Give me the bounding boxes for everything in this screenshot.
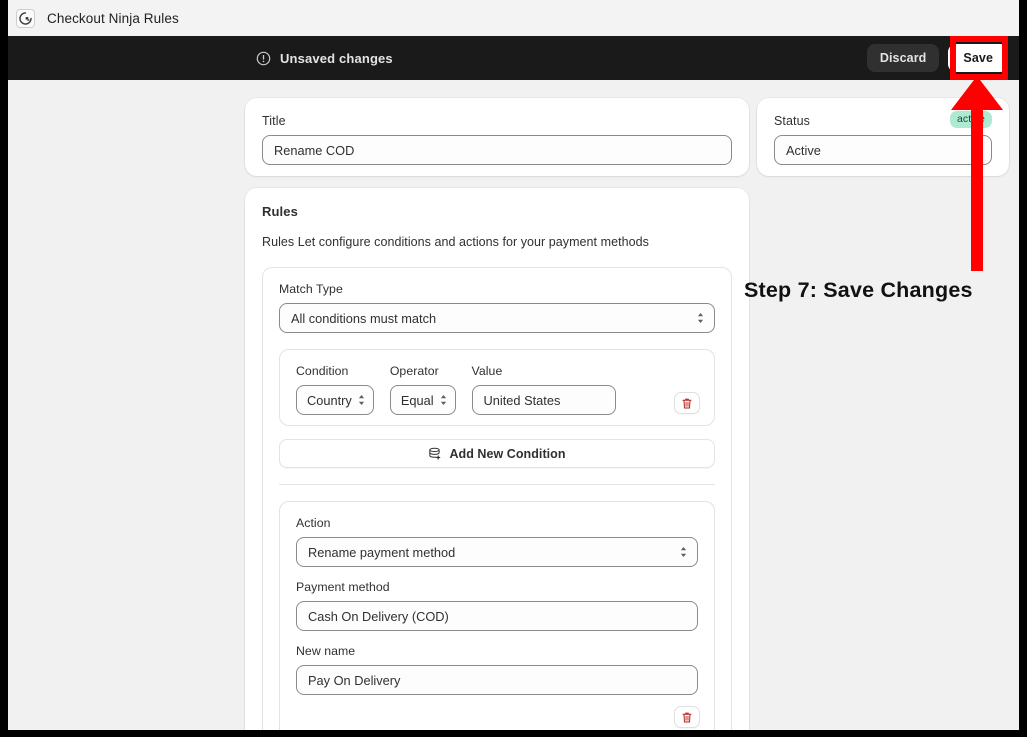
- rules-heading: Rules: [262, 204, 298, 219]
- delete-action-button[interactable]: [674, 706, 700, 728]
- trash-icon: [682, 398, 692, 409]
- operator-select-value: Equal: [400, 392, 434, 408]
- action-select-value: Rename payment method: [308, 544, 456, 560]
- screenshot-frame: Checkout Ninja Rules Unsaved changes Dis…: [0, 0, 1027, 737]
- payment-method-input[interactable]: [296, 601, 698, 631]
- shopify-app-icon: [16, 8, 35, 28]
- unsaved-changes-indicator: Unsaved changes: [256, 36, 393, 80]
- chevron-updown-icon: [697, 312, 704, 324]
- operator-select[interactable]: Equal: [389, 385, 456, 415]
- title-field-label: Title: [262, 114, 286, 128]
- add-new-condition-label: Add New Condition: [449, 446, 566, 461]
- new-name-label: New name: [296, 644, 356, 658]
- match-type-box: Match Type All conditions must match Con…: [262, 267, 732, 730]
- info-circle-icon: [256, 51, 271, 65]
- section-divider: [279, 484, 715, 485]
- window-titlebar: Checkout Ninja Rules: [8, 0, 1019, 36]
- save-bar-actions: Discard Save: [866, 36, 1008, 80]
- action-label: Action: [296, 516, 331, 530]
- rules-card: Rules Rules Let configure conditions and…: [245, 188, 749, 730]
- condition-fields: Condition Country Operator Equal Value U…: [296, 364, 698, 415]
- status-select-value: Active: [786, 142, 821, 158]
- chevron-updown-icon: [974, 144, 981, 156]
- match-type-value: All conditions must match: [291, 310, 437, 326]
- rules-subheading: Rules Let configure conditions and actio…: [262, 235, 649, 249]
- payment-method-label: Payment method: [296, 580, 390, 594]
- value-label: Value: [471, 364, 503, 378]
- operator-label: Operator: [389, 364, 439, 378]
- condition-select[interactable]: Country: [296, 385, 374, 415]
- status-card-header: Status active: [774, 111, 992, 135]
- chevron-updown-icon: [358, 394, 364, 406]
- status-field-label: Status: [774, 114, 811, 128]
- unsaved-changes-label: Unsaved changes: [280, 50, 393, 66]
- match-type-label: Match Type: [279, 282, 343, 296]
- operator-field: Operator Equal: [389, 364, 456, 415]
- browser-viewport: Checkout Ninja Rules Unsaved changes Dis…: [8, 0, 1019, 730]
- trash-icon: [682, 712, 692, 723]
- title-card: Title: [245, 98, 749, 176]
- condition-value-input[interactable]: [471, 385, 616, 415]
- condition-select-value: Country: [307, 392, 352, 408]
- window-title: Checkout Ninja Rules: [47, 10, 179, 26]
- action-select[interactable]: Rename payment method: [296, 537, 698, 567]
- title-input[interactable]: [262, 135, 732, 165]
- chevron-updown-icon: [680, 546, 687, 558]
- add-new-condition-button[interactable]: Add New Condition: [279, 439, 715, 468]
- match-type-select[interactable]: All conditions must match: [279, 303, 715, 333]
- delete-condition-button[interactable]: [674, 392, 700, 414]
- value-field: Value: [471, 364, 616, 415]
- discard-button[interactable]: Discard: [866, 44, 940, 72]
- contextual-save-bar: Unsaved changes Discard Save: [8, 36, 1019, 80]
- database-plus-icon: [429, 447, 441, 460]
- save-button[interactable]: Save: [948, 44, 1008, 72]
- new-name-input[interactable]: [296, 665, 698, 695]
- chevron-updown-icon: [440, 394, 446, 406]
- status-card: Status active Active: [757, 98, 1009, 176]
- status-select[interactable]: Active: [774, 135, 992, 165]
- condition-label: Condition: [296, 364, 349, 378]
- condition-field: Condition Country: [296, 364, 374, 415]
- status-badge: active: [949, 111, 992, 129]
- action-row: Action Rename payment method Payment met…: [279, 501, 715, 730]
- page-content: Title Status active Active: [8, 80, 1019, 730]
- condition-row: Condition Country Operator Equal Value U…: [279, 349, 715, 426]
